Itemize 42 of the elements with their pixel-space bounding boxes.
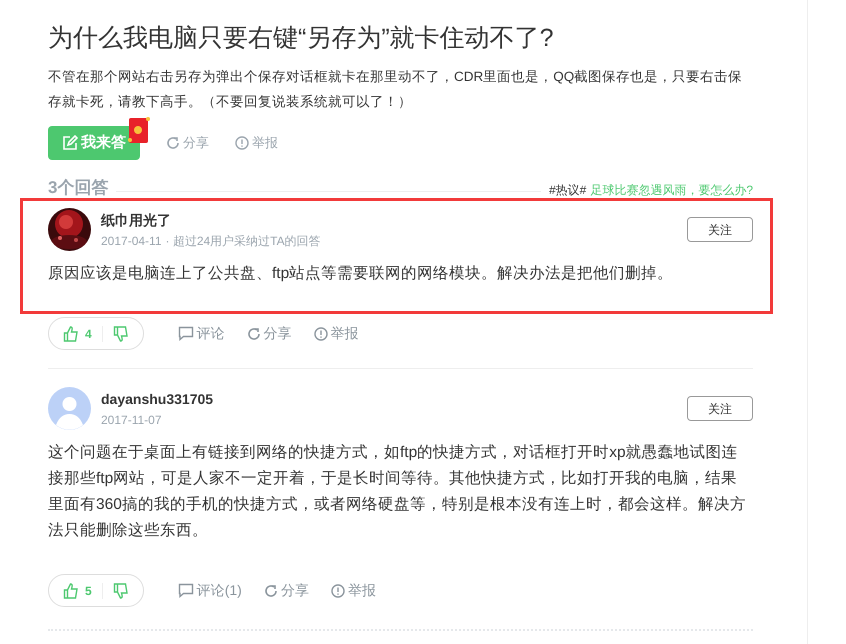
- avatar-icon: [48, 387, 91, 430]
- answer-button[interactable]: 我来答: [48, 126, 140, 160]
- thumbs-down-icon: [112, 326, 129, 342]
- hot-tag: #热议#: [548, 182, 586, 198]
- report-icon: [314, 326, 328, 340]
- like-count: 5: [85, 582, 92, 600]
- gift-envelope-icon: [128, 116, 150, 144]
- answers-count: 3个回答: [48, 178, 108, 198]
- answer-text: 原因应该是电脑连上了公共盘、ftp站点等需要联网的网络模块。解决办法是把他们删掉。: [48, 264, 674, 284]
- share-link[interactable]: 分享: [246, 323, 292, 344]
- share-icon: [166, 136, 180, 150]
- comment-icon: [178, 583, 194, 598]
- thumbs-up-icon: [63, 582, 79, 598]
- answer-meta: · 超过24用户采纳过TA的回答: [166, 232, 321, 250]
- follow-button[interactable]: 关注: [687, 217, 753, 242]
- vote-control[interactable]: 4: [48, 317, 144, 350]
- question-body: 不管在那个网站右击另存为弹出个保存对话框就卡在那里动不了，CDR里面也是，QQ截图保存也是，只要右击保存就卡死，请教下高手。（不要回复说装系统就可以了！）: [48, 68, 744, 111]
- share-icon: [246, 326, 261, 340]
- like-count: 4: [85, 326, 92, 342]
- report-link[interactable]: 举报: [235, 133, 278, 153]
- report-icon: [235, 136, 249, 150]
- question-title: 为什么我电脑只要右键“另存为”就卡住动不了?: [48, 23, 555, 54]
- edit-icon: [62, 135, 78, 151]
- report-icon: [330, 584, 345, 598]
- follow-button[interactable]: 关注: [687, 396, 753, 421]
- comment-link[interactable]: 评论: [178, 323, 225, 344]
- share-link[interactable]: 分享: [166, 133, 209, 153]
- user-name[interactable]: 纸巾用光了: [101, 210, 687, 230]
- answer-date: 2017-04-11: [101, 232, 162, 250]
- share-link[interactable]: 分享: [264, 580, 309, 601]
- thumbs-down-icon: [112, 582, 129, 598]
- report-link[interactable]: 举报: [330, 580, 376, 601]
- hot-topic-link[interactable]: 足球比赛忽遇风雨，要怎么办?: [590, 182, 753, 198]
- answer-text: 这个问题在于桌面上有链接到网络的快捷方式，如ftp的快捷方式，对话框打开时xp就愚蠢地试图连接那些ftp网站，可是人家不一定开着，于是长时间等待。其他快捷方式，比如打开我的电脑，结果里面有360搞的我的手机的快捷方式，或者网络硬盘等，特别是根本没有连上时，都会这样。解决方法只能删除这些东西。: [48, 443, 747, 541]
- vote-control[interactable]: 5: [48, 574, 144, 607]
- report-link[interactable]: 举报: [314, 323, 359, 344]
- comment-icon: [178, 326, 194, 341]
- thumbs-up-icon: [63, 326, 79, 342]
- user-name[interactable]: dayanshu331705: [101, 388, 687, 408]
- answer-date: 2017-11-07: [101, 412, 162, 428]
- comment-link[interactable]: 评论(1): [178, 580, 242, 601]
- share-icon: [264, 584, 278, 598]
